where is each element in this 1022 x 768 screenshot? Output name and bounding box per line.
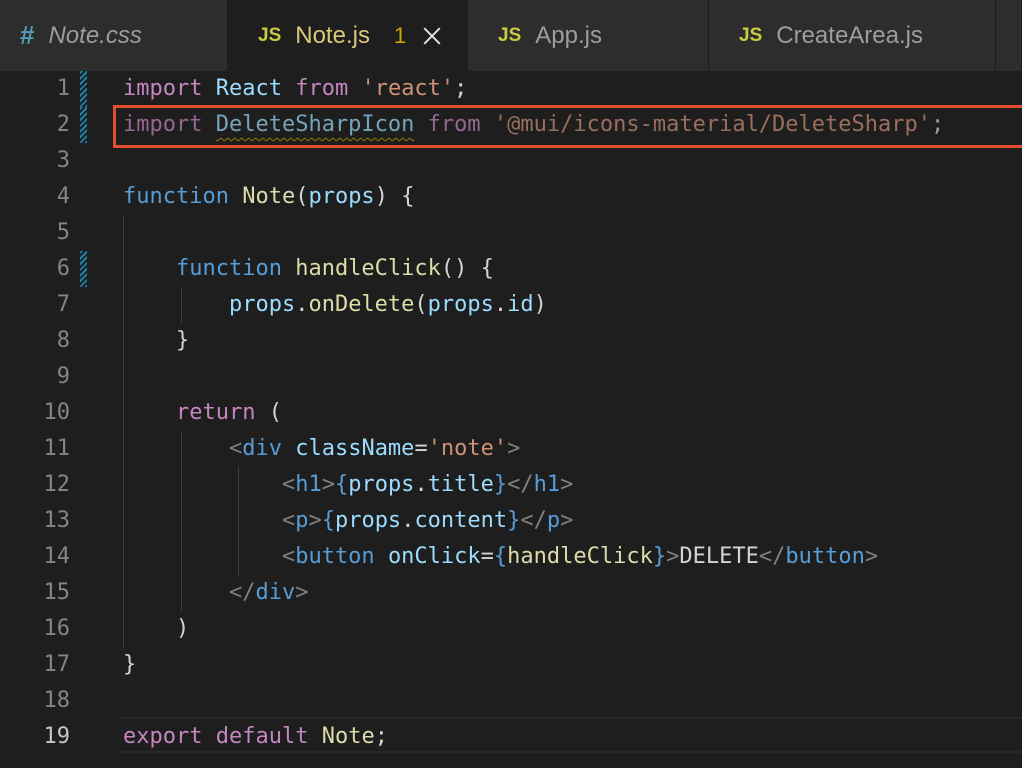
code-text[interactable]: <button onClick={handleClick}>DELETE</bu…	[123, 539, 878, 575]
line-number: 14	[43, 544, 71, 569]
code-line[interactable]: 10 return (	[0, 395, 1022, 431]
tab-note-js[interactable]: JS Note.js 1	[228, 0, 468, 71]
code-line[interactable]: 16 )	[0, 611, 1022, 647]
code-line[interactable]: 7 props.onDelete(props.id)	[0, 287, 1022, 323]
code-editor[interactable]: 1 import React from 'react'; 2 import De…	[0, 71, 1022, 768]
line-number: 13	[43, 508, 71, 533]
line-number: 16	[43, 616, 71, 641]
line-number: 4	[56, 184, 70, 209]
line-number: 5	[56, 220, 70, 245]
code-line[interactable]: 6 function handleClick() {	[0, 251, 1022, 287]
annotation-highlight-box	[113, 105, 1022, 148]
code-line[interactable]: 4 function Note(props) {	[0, 179, 1022, 215]
line-number: 19	[43, 724, 71, 749]
code-line[interactable]: 17 }	[0, 647, 1022, 683]
code-line[interactable]: 11 <div className='note'>	[0, 431, 1022, 467]
js-file-icon: JS	[258, 24, 282, 46]
js-file-icon: JS	[739, 24, 763, 46]
editor-tab-bar: # Note.css JS Note.js 1 JS App.js JS Cre…	[0, 0, 1022, 71]
line-number: 12	[43, 472, 71, 497]
code-line[interactable]: 15 </div>	[0, 575, 1022, 611]
tab-createarea-js[interactable]: JS CreateArea.js	[709, 0, 996, 71]
tab-label: Note.css	[48, 21, 142, 49]
code-text[interactable]: import React from 'react';	[123, 71, 467, 107]
tab-note-css[interactable]: # Note.css	[0, 0, 228, 71]
code-text[interactable]: }	[123, 323, 189, 359]
code-line[interactable]: 13 <p>{props.content}</p>	[0, 503, 1022, 539]
tab-label: App.js	[535, 21, 602, 49]
close-icon[interactable]	[420, 24, 444, 48]
code-text[interactable]: </div>	[123, 575, 309, 611]
line-number: 10	[43, 400, 71, 425]
line-number: 3	[56, 148, 70, 173]
line-number: 18	[43, 688, 71, 713]
line-number: 1	[56, 76, 70, 101]
line-number: 17	[43, 652, 71, 677]
line-number: 8	[56, 328, 70, 353]
line-number: 11	[43, 436, 71, 461]
code-text[interactable]: }	[123, 647, 136, 683]
code-line[interactable]: 5	[0, 215, 1022, 251]
code-line[interactable]: 19 export default Note;	[0, 719, 1022, 755]
code-text[interactable]: return (	[123, 395, 282, 431]
code-text[interactable]: <h1>{props.title}</h1>	[123, 467, 573, 503]
code-line[interactable]: 3	[0, 143, 1022, 179]
line-number: 2	[56, 112, 70, 137]
problem-count-badge: 1	[393, 22, 407, 48]
css-file-icon: #	[20, 20, 35, 50]
tab-app-js[interactable]: JS App.js	[468, 0, 709, 71]
code-text[interactable]: <div className='note'>	[123, 431, 520, 467]
code-text[interactable]: <p>{props.content}</p>	[123, 503, 573, 539]
code-line[interactable]: 9	[0, 359, 1022, 395]
code-line[interactable]: 8 }	[0, 323, 1022, 359]
code-line[interactable]: 18	[0, 683, 1022, 719]
tab-label: CreateArea.js	[776, 21, 923, 49]
code-text[interactable]: export default Note;	[123, 719, 388, 755]
tab-overflow[interactable]	[996, 0, 1022, 71]
code-text[interactable]: function Note(props) {	[123, 179, 414, 215]
line-number: 7	[56, 292, 70, 317]
code-line[interactable]: 12 <h1>{props.title}</h1>	[0, 467, 1022, 503]
tab-label: Note.js	[295, 21, 370, 49]
code-text[interactable]: function handleClick() {	[123, 251, 494, 287]
code-text[interactable]: props.onDelete(props.id)	[123, 287, 547, 323]
line-number: 15	[43, 580, 71, 605]
code-line[interactable]: 1 import React from 'react';	[0, 71, 1022, 107]
js-file-icon: JS	[498, 24, 522, 46]
code-line[interactable]: 14 <button onClick={handleClick}>DELETE<…	[0, 539, 1022, 575]
line-number: 9	[56, 364, 70, 389]
code-text[interactable]: )	[123, 611, 189, 647]
line-number: 6	[56, 256, 70, 281]
